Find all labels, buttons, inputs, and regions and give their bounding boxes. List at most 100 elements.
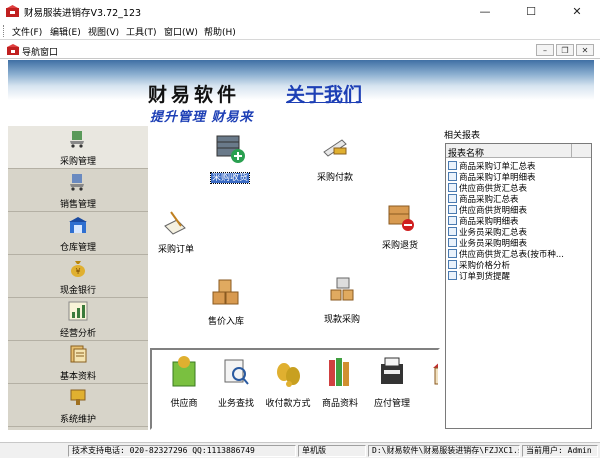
document-icon [70, 345, 87, 363]
title-bar: 财易服装进销存V3.72_123 — ☐ ✕ [0, 0, 600, 22]
banner-title: 财易软件 [148, 84, 241, 106]
tool-inventory[interactable]: 库 [418, 354, 438, 424]
flow-payment[interactable]: 采购付款 [295, 134, 375, 194]
nav-item-sales[interactable]: 销售管理 [8, 169, 148, 212]
tool-payment-method-label: 收付款方式 [265, 399, 311, 409]
tool-payables[interactable]: 应付管理 [366, 354, 418, 424]
tool-search[interactable]: 业务查找 [210, 354, 262, 424]
tool-supplier-label: 供应商 [170, 399, 198, 409]
report-item[interactable]: 采购价格分析 [448, 259, 591, 270]
maximize-button[interactable]: ☐ [508, 0, 554, 22]
report-item[interactable]: 商品采购订单汇总表 [448, 160, 591, 171]
tool-payment-method[interactable]: 收付款方式 [262, 354, 314, 424]
payment-icon [323, 139, 347, 157]
report-icon [448, 227, 457, 236]
report-item[interactable]: 商品采购订单明细表 [448, 171, 591, 182]
return-goods-icon [388, 205, 414, 231]
nav-item-basic-data[interactable]: 基本资料 [8, 341, 148, 384]
flow-cash-purchase[interactable]: 现款采购 [302, 276, 382, 336]
menu-edit[interactable]: 编辑(E) [50, 25, 81, 38]
flow-cash-purchase-label: 现款采购 [323, 315, 360, 325]
tool-inventory-label: 库 [414, 396, 438, 409]
money-bag-icon: ¥ [71, 261, 85, 277]
status-current-user: 当前用户: Admin [522, 445, 598, 457]
cart-icon [70, 131, 84, 148]
menu-grip [3, 25, 6, 37]
cart-icon [70, 174, 84, 191]
nav-label-analysis: 经营分析 [59, 329, 96, 339]
flow-payment-label: 采购付款 [316, 173, 353, 183]
nav-label-sales: 销售管理 [59, 200, 96, 210]
nav-item-purchase[interactable]: 采购管理 [8, 126, 148, 169]
menu-bar: 文件(F) 编辑(E) 视图(V) 工具(T) 窗口(W) 帮助(H) [0, 22, 600, 40]
report-icon [448, 161, 457, 170]
app-logo-icon [6, 5, 19, 17]
status-support-phone: 技术支持电话: 020-82327296 QQ:1113886749 [68, 445, 296, 457]
books-icon [329, 358, 349, 386]
report-icon [448, 183, 457, 192]
window-title: 财易服装进销存V3.72_123 [24, 8, 142, 19]
nav-label-system: 系统维护 [59, 415, 96, 425]
menu-window[interactable]: 窗口(W) [164, 25, 198, 38]
nav-item-cash-bank[interactable]: ¥ 现金银行 [8, 255, 148, 298]
navigation-window-titlebar: 导航窗口 – ❐ ✕ [0, 41, 600, 59]
tool-payables-label: 应付管理 [373, 399, 410, 409]
nav-label-warehouse: 仓库管理 [59, 243, 96, 253]
flow-receive-goods[interactable]: 采购收货 [190, 134, 270, 194]
flow-return-goods[interactable]: 采购退货 [360, 202, 440, 262]
report-icon [448, 216, 457, 225]
flow-order[interactable]: 采购订单 [136, 206, 216, 266]
report-item[interactable]: 商品采购明细表 [448, 215, 591, 226]
gear-icon [70, 389, 86, 405]
report-item[interactable]: 供应商供货汇总表(按币种... [448, 248, 591, 259]
report-item[interactable]: 业务员采购明细表 [448, 237, 591, 248]
report-item[interactable]: 业务员采购汇总表 [448, 226, 591, 237]
report-icon [448, 205, 457, 214]
reports-column-name: 报表名称 [448, 149, 485, 159]
flow-order-label: 采购订单 [157, 245, 194, 255]
svg-text:¥: ¥ [75, 267, 80, 276]
about-us-link[interactable]: 关于我们 [286, 80, 362, 107]
child-minimize-button[interactable]: – [536, 44, 554, 56]
report-item[interactable]: 供应商供货明细表 [448, 204, 591, 215]
order-icon [164, 211, 186, 235]
child-close-button[interactable]: ✕ [576, 44, 594, 56]
application-window: 财易服装进销存V3.72_123 — ☐ ✕ 文件(F) 编辑(E) 视图(V)… [0, 0, 600, 458]
warehouse-icon [69, 217, 87, 233]
menu-file[interactable]: 文件(F) [12, 25, 42, 38]
nav-item-analysis[interactable]: 经营分析 [8, 298, 148, 341]
tool-product-data[interactable]: 商品资料 [314, 354, 366, 424]
child-restore-button[interactable]: ❐ [556, 44, 574, 56]
minimize-button[interactable]: — [462, 0, 508, 22]
nav-item-system[interactable]: 系统维护 [8, 384, 148, 427]
flow-stock-in[interactable]: 售价入库 [186, 278, 266, 338]
supplier-icon [172, 356, 196, 387]
status-edition: 单机版 [298, 445, 366, 457]
related-reports-panel: 相关报表 报表名称 商品采购订单汇总表 商品采购订单明细表 供应商供货汇总表 商… [442, 126, 594, 430]
report-item[interactable]: 订单到货提醒 [448, 270, 591, 281]
reports-list-header[interactable]: 报表名称 [446, 144, 591, 159]
menu-help[interactable]: 帮助(H) [204, 25, 236, 38]
tool-supplier[interactable]: 供应商 [158, 354, 210, 424]
column-separator [571, 144, 572, 158]
nav-label-purchase: 采购管理 [59, 157, 96, 167]
house-icon [433, 363, 438, 385]
tool-search-label: 业务查找 [217, 399, 254, 409]
menu-view[interactable]: 视图(V) [88, 25, 119, 38]
close-button[interactable]: ✕ [554, 0, 600, 22]
nav-label-cash-bank: 现金银行 [59, 286, 96, 296]
cash-purchase-icon [330, 277, 354, 301]
tool-product-data-label: 商品资料 [321, 399, 358, 409]
status-data-path: D:\财易软件\财易服装进销存\FZJXC1.sys [368, 445, 520, 457]
report-icon [448, 260, 457, 269]
register-icon [381, 357, 403, 384]
menu-tools[interactable]: 工具(T) [126, 25, 157, 38]
report-icon [448, 249, 457, 258]
report-item[interactable]: 供应商供货汇总表 [448, 182, 591, 193]
navigation-window-title: 导航窗口 [22, 48, 59, 58]
report-item[interactable]: 商品采购汇总表 [448, 193, 591, 204]
navigation-window-icon [7, 44, 19, 55]
nav-label-basic-data: 基本资料 [59, 372, 96, 382]
left-navigation: 采购管理 销售管理 仓库管理 ¥ 现金银行 经营分析 基本资料 系统维护 [8, 126, 148, 430]
nav-item-warehouse[interactable]: 仓库管理 [8, 212, 148, 255]
